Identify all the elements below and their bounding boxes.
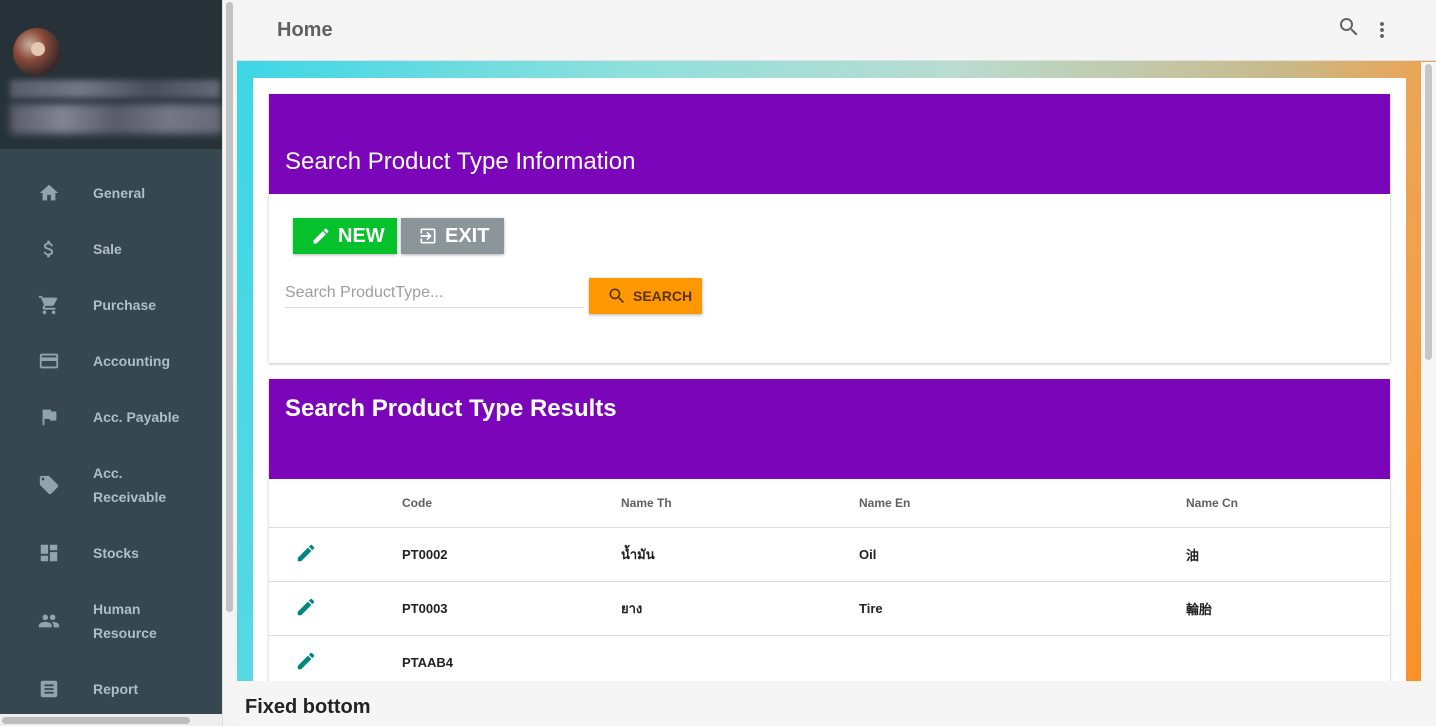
cell-name-th: น้ำมัน (621, 527, 859, 582)
new-button[interactable]: NEW (293, 218, 397, 254)
table-row: PT0002 น้ำมัน Oil 油 (269, 527, 1390, 582)
pencil-icon (313, 228, 329, 244)
sidebar-hscrollbar-thumb[interactable] (2, 717, 190, 724)
sidebar-item-label: Report (93, 681, 139, 697)
exit-button[interactable]: EXIT (401, 218, 504, 254)
sidebar-item-acc-receivable[interactable]: Acc. Receivable (0, 445, 222, 525)
sidebar-item-general[interactable]: General (0, 165, 222, 221)
sidebar: General Sale Purchase Accounting Acc. Pa… (0, 0, 222, 726)
column-header-actions (269, 479, 402, 528)
sidebar-item-human-resource[interactable]: Human Resource (0, 581, 222, 661)
results-table: Code Name Th Name En Name Cn PT0002 น้ำม… (269, 479, 1390, 690)
cell-name-th: ยาง (621, 581, 859, 636)
sidebar-item-report[interactable]: Report (0, 661, 222, 717)
cell-name-en: Tire (859, 581, 1186, 636)
exit-icon (420, 228, 436, 244)
column-header-name-en[interactable]: Name En (859, 479, 1186, 528)
sidebar-item-label: Human Resource (93, 601, 157, 641)
people-icon (38, 610, 60, 632)
sidebar-item-label: Stocks (93, 545, 139, 561)
cart-icon (38, 294, 60, 316)
edit-icon[interactable] (295, 598, 317, 621)
results-card: Search Product Type Results Code Name Th… (269, 379, 1390, 699)
home-icon (38, 182, 60, 204)
sidebar-item-label: Accounting (93, 353, 170, 369)
column-header-name-th[interactable]: Name Th (621, 479, 859, 528)
search-button-label: SEARCH (633, 288, 693, 304)
sidebar-item-label: Acc. Payable (93, 409, 180, 425)
app-root: General Sale Purchase Accounting Acc. Pa… (0, 0, 1436, 726)
exit-button-label: EXIT (445, 224, 490, 247)
sidebar-item-acc-payable[interactable]: Acc. Payable (0, 389, 222, 445)
fixed-footer: Fixed bottom (237, 681, 1436, 726)
sidebar-item-accounting[interactable]: Accounting (0, 333, 222, 389)
avatar[interactable] (13, 28, 61, 76)
sidebar-item-purchase[interactable]: Purchase (0, 277, 222, 333)
sidebar-item-sale[interactable]: Sale (0, 221, 222, 277)
profile-header (0, 0, 222, 149)
sidebar-item-stocks[interactable]: Stocks (0, 525, 222, 581)
cell-name-en: Oil (859, 527, 1186, 582)
page-title: Home (277, 19, 333, 41)
sidebar-item-label: General (93, 185, 146, 201)
sidebar-item-label: Purchase (93, 297, 157, 313)
search-card: Search Product Type Information NEW EXIT… (269, 94, 1390, 363)
footer-text: Fixed bottom (245, 696, 371, 718)
cell-code: PT0002 (402, 527, 621, 582)
sidebar-scrollbar-thumb[interactable] (226, 2, 233, 612)
credit-card-icon (38, 350, 60, 372)
content-scrollbar-thumb[interactable] (1425, 64, 1432, 360)
dashboard-icon (38, 542, 60, 564)
results-card-header: Search Product Type Results (269, 379, 1390, 479)
sidebar-item-label: Acc. Receivable (93, 465, 167, 505)
tag-icon (38, 474, 60, 496)
search-button[interactable]: SEARCH (589, 278, 702, 314)
cell-name-cn: 油 (1186, 527, 1390, 582)
table-row: PT0003 ยาง Tire 輪胎 (269, 581, 1390, 636)
search-icon[interactable] (1337, 15, 1361, 39)
edit-icon[interactable] (295, 652, 317, 675)
column-header-code[interactable]: Code (402, 479, 621, 528)
search-card-title: Search Product Type Information (285, 148, 636, 175)
cell-name-cn: 輪胎 (1186, 581, 1390, 636)
dollar-icon (38, 238, 60, 260)
edit-icon[interactable] (295, 544, 317, 567)
results-card-title: Search Product Type Results (285, 395, 617, 422)
new-button-label: NEW (338, 224, 385, 247)
search-icon (609, 288, 625, 304)
report-icon (38, 678, 60, 700)
sidebar-item-label: Sale (93, 241, 122, 257)
search-card-header: Search Product Type Information (269, 94, 1390, 194)
sidebar-nav: General Sale Purchase Accounting Acc. Pa… (0, 165, 222, 717)
search-input[interactable] (285, 278, 583, 308)
top-app-bar: Home (237, 0, 1436, 61)
cell-code: PT0003 (402, 581, 621, 636)
user-name-blurred (10, 80, 220, 98)
flag-icon (38, 406, 60, 428)
user-email-blurred (10, 104, 222, 134)
table-header-row: Code Name Th Name En Name Cn (269, 479, 1390, 528)
more-vert-icon[interactable] (1370, 18, 1394, 42)
column-header-name-cn[interactable]: Name Cn (1186, 479, 1390, 528)
